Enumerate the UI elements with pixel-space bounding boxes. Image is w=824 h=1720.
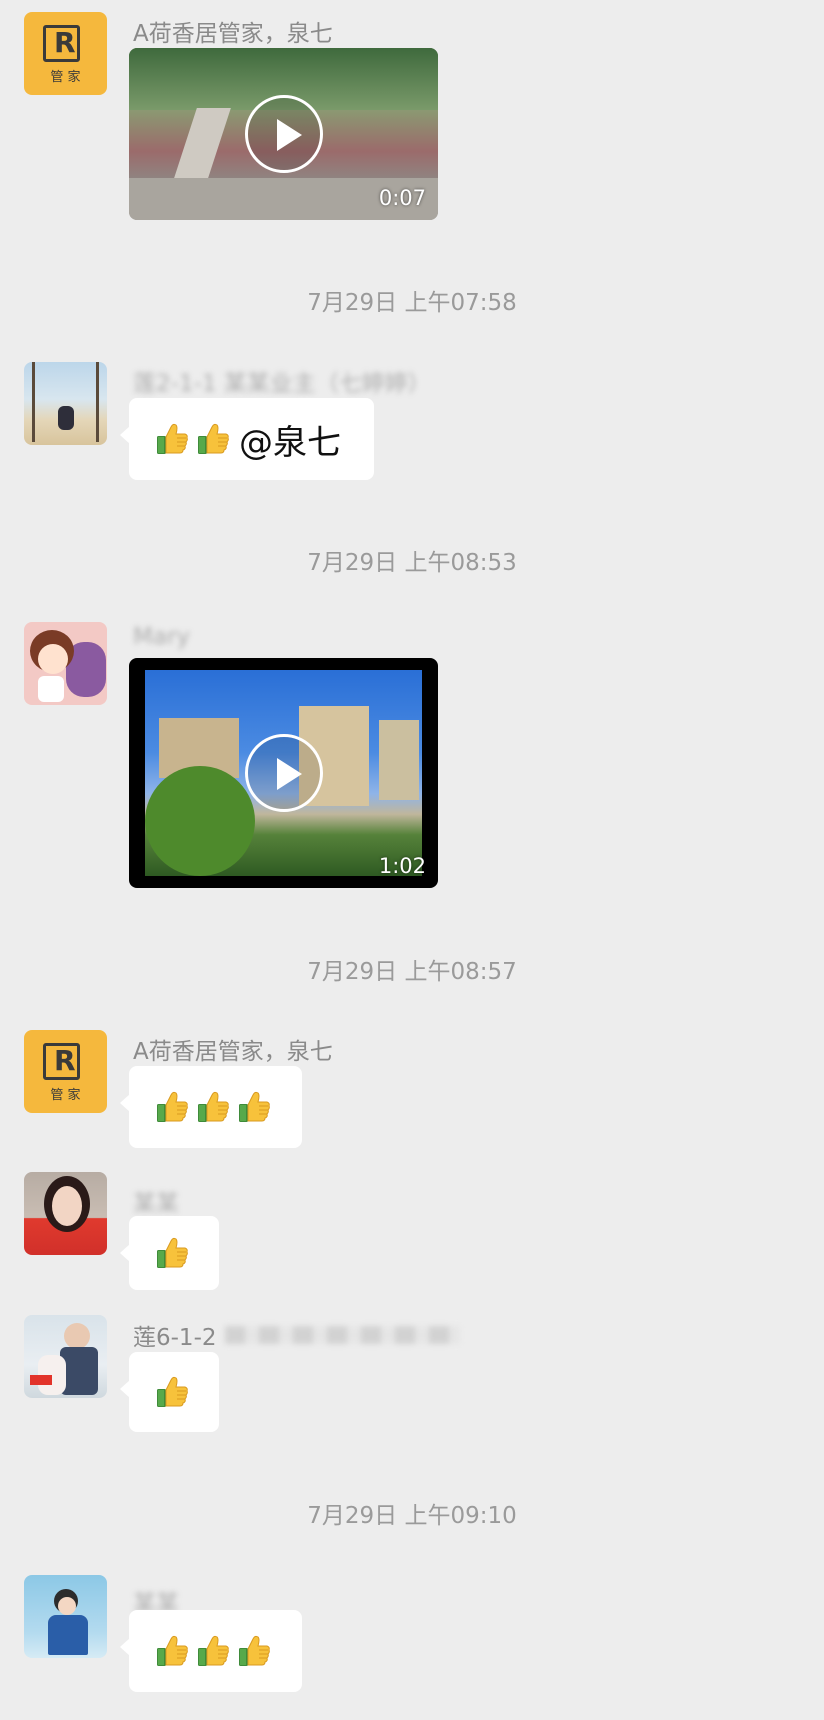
avatar-user-red[interactable] [24, 1172, 107, 1255]
timestamp: 7月29日 上午08:57 [307, 959, 517, 985]
play-icon[interactable] [244, 95, 323, 173]
thumbs-up-icon [195, 1633, 231, 1669]
thumbs-up-icon [154, 1089, 190, 1125]
avatar-mary[interactable] [24, 622, 107, 705]
thumbs-up-icon [195, 1089, 231, 1125]
guanjia-logo-icon: R [43, 1043, 80, 1080]
timestamp: 7月29日 上午08:53 [307, 550, 517, 576]
avatar-user-girl[interactable] [24, 1575, 107, 1658]
message-bubble[interactable] [120, 1610, 302, 1692]
video-duration: 1:02 [378, 854, 426, 878]
avatar-user-swing[interactable] [24, 362, 107, 445]
thumbs-up-icon [236, 1089, 272, 1125]
timestamp: 7月29日 上午09:10 [307, 1503, 517, 1529]
thumbs-up-icon [236, 1633, 272, 1669]
avatar-user-family[interactable] [24, 1315, 107, 1398]
sender-name: 某某 [133, 1191, 179, 1217]
message-bubble[interactable]: @泉七 [120, 398, 374, 480]
sender-name: 莲6-1-2 [133, 1325, 217, 1351]
sender-name: Mary [133, 624, 191, 650]
message-bubble[interactable] [120, 1352, 219, 1432]
video-message[interactable]: 0:07 [129, 48, 438, 220]
thumbs-up-icon [195, 421, 231, 457]
sender-name: 莲2-1-1 某某业主（七婷婷） [133, 371, 431, 397]
avatar-guanjia[interactable]: R 管 家 [24, 12, 107, 95]
timestamp: 7月29日 上午07:58 [307, 290, 517, 316]
mention-text: @泉七 [239, 422, 341, 463]
thumbs-up-icon [154, 1235, 190, 1271]
avatar-guanjia[interactable]: R 管 家 [24, 1030, 107, 1113]
video-message[interactable]: 1:02 [129, 658, 438, 888]
logo-caption: 管 家 [50, 70, 81, 85]
video-duration: 0:07 [378, 186, 426, 210]
message-bubble[interactable] [120, 1216, 219, 1290]
guanjia-logo-icon: R [43, 25, 80, 62]
sender-name: A荷香居管家，泉七 [133, 1039, 333, 1065]
sender-name-redacted [225, 1326, 460, 1344]
sender-name: A荷香居管家，泉七 [133, 21, 333, 47]
play-icon[interactable] [244, 734, 323, 812]
thumbs-up-icon [154, 421, 190, 457]
message-bubble[interactable] [120, 1066, 302, 1148]
thumbs-up-icon [154, 1374, 190, 1410]
logo-caption: 管 家 [50, 1088, 81, 1103]
thumbs-up-icon [154, 1633, 190, 1669]
